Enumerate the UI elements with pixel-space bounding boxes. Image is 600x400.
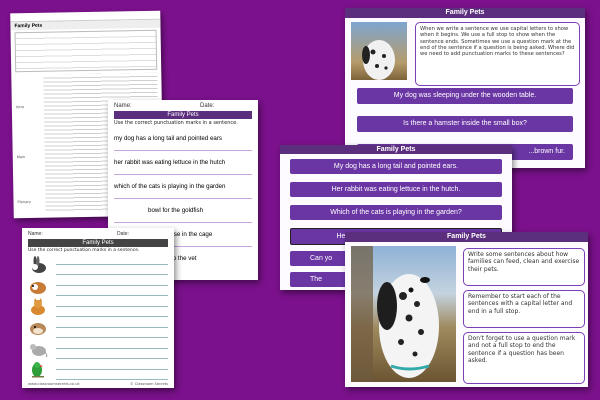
writing-lines[interactable] [56,297,168,317]
slide-1-sentence-1[interactable]: My dog was sleeping under the wooden tab… [357,88,573,104]
worksheet-a-instruction: Use the correct punctuation marks in a s… [28,248,140,253]
animal-row [28,296,168,317]
guinea-pig-icon [30,281,46,294]
animal-row [28,275,168,296]
worksheet-b-name-row: Name: Date: [108,100,258,109]
lesson-plan-title: Family Pets [10,19,161,31]
sentence-2: her rabbit was eating lettuce in the hut… [114,151,252,175]
name-label: Name: [28,231,43,237]
worksheet-a-title: Family Pets [28,239,168,247]
slide-1-sentence-2[interactable]: Is there a hamster inside the small box? [357,116,573,132]
date-label: Date: [117,231,129,237]
worksheet-b-instruction: Use the correct punctuation marks in a s… [114,120,238,126]
dalmatian-image [362,40,395,80]
animal-rows [28,254,168,380]
sentence-1: my dog has a long tail and pointed ears [114,127,252,151]
dog-photo [351,22,407,80]
slide-2-title: Family Pets [280,145,512,154]
worksheet-b-title: Family Pets [114,111,252,119]
slide-3-bubble-2: Remember to start each of the sentences … [463,290,585,328]
writing-lines[interactable] [56,255,168,275]
hamster-icon [30,322,46,335]
name-label: Name: [114,103,132,109]
slide-3: Family Pets Write some sentences about h… [345,232,588,387]
side-label-main: Main [16,155,26,160]
dalmatian-image [351,246,439,382]
writing-lines[interactable] [56,360,168,380]
slide-3-bubble-1: Write some sentences about how families … [463,248,585,286]
slide-1-bubble: When we write a sentence we use capital … [415,22,580,86]
cat-icon [31,297,45,315]
side-label-plenary: Plenary [17,199,32,205]
animal-row [28,359,168,380]
date-label: Date: [200,103,215,109]
slide-3-bubble-3: Don't forget to use a question mark and … [463,332,585,384]
slide-2-sentence-1[interactable]: My dog has a long tail and pointed ears. [290,159,502,174]
footer-right: © Classroom Secrets [130,382,168,386]
worksheet-a-footer: www.classroomsecrets.co.uk © Classroom S… [28,382,168,386]
animal-row [28,317,168,338]
slide-2-sentence-2[interactable]: Her rabbit was eating lettuce in the hut… [290,182,502,197]
animal-row [28,254,168,275]
slide-1-title: Family Pets [345,8,585,18]
writing-lines[interactable] [56,339,168,359]
side-label-intro: Intro [15,105,25,110]
slide-1: Family Pets When we write a sentence we … [345,8,585,168]
sentence-4: bowl for the goldfish [114,199,252,223]
parrot-icon [32,361,44,377]
mouse-icon [30,343,48,357]
rabbit-icon [32,255,46,273]
worksheet-a-name-row: Name: Date: [22,228,174,237]
lesson-plan-table [14,29,158,73]
animal-row [28,338,168,359]
footer-left: www.classroomsecrets.co.uk [28,382,80,386]
writing-lines[interactable] [56,318,168,338]
slide-2-sentence-3[interactable]: Which of the cats is playing in the gard… [290,205,502,220]
dog-photo-large [351,246,456,382]
writing-lines[interactable] [56,276,168,296]
worksheet-animals: Name: Date: Family Pets Use the correct … [22,228,174,388]
slide-3-title: Family Pets [345,232,588,242]
sentence-3: which of the cats is playing in the gard… [114,175,252,199]
